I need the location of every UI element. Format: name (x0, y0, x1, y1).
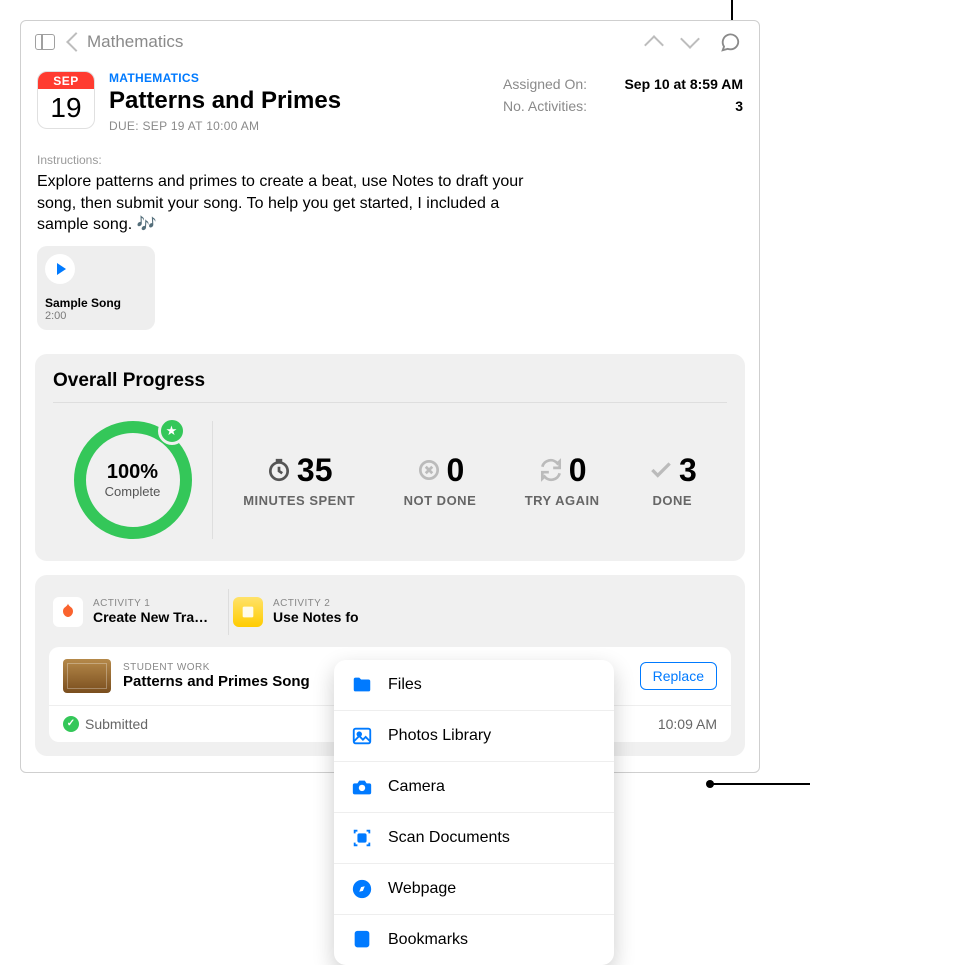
activity-item-1[interactable]: ACTIVITY 1 Create New Tra… (49, 589, 229, 635)
meta-label: Assigned On: (503, 76, 587, 92)
sidebar-toggle-icon[interactable] (35, 34, 55, 50)
submitted-label: Submitted (85, 716, 148, 732)
stat-tryagain: 0 TRY AGAIN (525, 452, 600, 508)
meta-row-activities: No. Activities: 3 (503, 95, 743, 117)
popover-label: Files (388, 676, 422, 694)
calendar-badge: SEP 19 (37, 71, 95, 129)
popover-item-camera[interactable]: Camera (334, 761, 614, 812)
stat-label: TRY AGAIN (525, 493, 600, 508)
chevron-left-icon (66, 32, 86, 52)
popover-label: Webpage (388, 880, 456, 898)
calendar-month: SEP (38, 72, 94, 89)
navbar: Mathematics (21, 21, 759, 61)
stat-done: 3 DONE (648, 452, 697, 508)
meta-value: Sep 10 at 8:59 AM (624, 76, 743, 92)
scan-icon (350, 826, 374, 850)
folder-icon (350, 673, 374, 697)
progress-row: 100% Complete 35 MINUTES SPENT (53, 403, 727, 539)
clock-icon (266, 457, 292, 483)
assignment-header: SEP 19 MATHEMATICS Patterns and Primes D… (21, 61, 759, 133)
attach-source-popover: Files Photos Library Camera Scan Documen… (334, 660, 614, 965)
star-badge-icon (158, 417, 186, 445)
submitted-time: 10:09 AM (658, 716, 717, 732)
overall-progress-card: Overall Progress 100% Complete 35 (35, 354, 745, 561)
popover-label: Photos Library (388, 727, 491, 745)
stat-value: 0 (569, 452, 587, 489)
attachment-card[interactable]: Sample Song 2:00 (37, 246, 155, 330)
check-icon (648, 457, 674, 483)
progress-heading: Overall Progress (53, 370, 727, 403)
stat-label: MINUTES SPENT (243, 493, 355, 508)
activity-label: ACTIVITY 1 (93, 598, 208, 609)
attachment-duration: 2:00 (45, 310, 147, 322)
meta-value: 3 (735, 98, 743, 114)
meta-box: Assigned On: Sep 10 at 8:59 AM No. Activ… (503, 71, 743, 133)
garageband-icon (53, 597, 83, 627)
activity-label: ACTIVITY 2 (273, 598, 359, 609)
notes-icon (233, 597, 263, 627)
callout-line-replace (710, 783, 810, 785)
attachment-title: Sample Song (45, 296, 147, 310)
camera-icon (350, 775, 374, 799)
submitted-status: Submitted (63, 716, 148, 732)
chat-bubble-icon[interactable] (719, 31, 741, 53)
due-label: DUE: SEP 19 AT 10:00 AM (109, 119, 489, 133)
chevron-down-icon[interactable] (680, 29, 700, 49)
progress-circle: 100% Complete (74, 421, 192, 539)
photo-icon (350, 724, 374, 748)
stats-row: 35 MINUTES SPENT 0 NOT DONE 0 (213, 452, 727, 508)
compass-icon (350, 877, 374, 901)
popover-item-photos[interactable]: Photos Library (334, 710, 614, 761)
calendar-day: 19 (38, 89, 94, 127)
activity-name: Create New Tra… (93, 609, 208, 625)
stat-value: 0 (447, 452, 465, 489)
category-label: MATHEMATICS (109, 71, 489, 85)
instructions-label: Instructions: (21, 133, 759, 171)
check-circle-icon (63, 716, 79, 732)
activities-row: ACTIVITY 1 Create New Tra… ACTIVITY 2 Us… (49, 589, 731, 635)
xcircle-icon (416, 457, 442, 483)
back-button[interactable]: Mathematics (69, 32, 183, 52)
meta-label: No. Activities: (503, 98, 587, 114)
progress-circle-wrap: 100% Complete (53, 421, 213, 539)
page-title: Patterns and Primes (109, 87, 489, 115)
progress-percent-sub: Complete (105, 484, 161, 499)
popover-item-scan[interactable]: Scan Documents (334, 812, 614, 863)
popover-label: Scan Documents (388, 829, 510, 847)
stat-label: DONE (648, 493, 697, 508)
meta-row-assigned: Assigned On: Sep 10 at 8:59 AM (503, 73, 743, 95)
play-icon (45, 254, 75, 284)
activity-name: Use Notes fo (273, 609, 359, 625)
progress-percent: 100% (107, 461, 158, 484)
popover-item-webpage[interactable]: Webpage (334, 863, 614, 914)
stat-value: 35 (297, 452, 333, 489)
popover-label: Camera (388, 778, 445, 796)
stat-label: NOT DONE (404, 493, 477, 508)
stat-notdone: 0 NOT DONE (404, 452, 477, 508)
chevron-up-icon[interactable] (644, 35, 664, 55)
work-thumbnail (63, 659, 111, 693)
popover-label: Bookmarks (388, 931, 468, 949)
instructions-text: Explore patterns and primes to create a … (21, 171, 759, 246)
replace-button[interactable]: Replace (640, 662, 717, 690)
nav-left: Mathematics (35, 32, 183, 52)
stat-value: 3 (679, 452, 697, 489)
refresh-icon (538, 457, 564, 483)
popover-item-files[interactable]: Files (334, 660, 614, 710)
title-area: MATHEMATICS Patterns and Primes DUE: SEP… (109, 71, 489, 133)
stat-minutes: 35 MINUTES SPENT (243, 452, 355, 508)
nav-right (647, 31, 745, 53)
back-label: Mathematics (87, 32, 183, 52)
book-icon (350, 928, 374, 952)
activity-item-2[interactable]: ACTIVITY 2 Use Notes fo (229, 589, 409, 635)
